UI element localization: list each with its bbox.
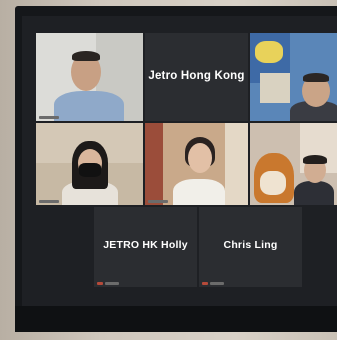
video-tile-participant-5[interactable] (145, 123, 248, 205)
mic-muted-icon (97, 282, 103, 285)
participant-name: JETRO HK Holly (103, 239, 188, 251)
video-tile-participant-4[interactable] (36, 123, 143, 205)
face-mask (79, 163, 101, 177)
video-tile-participant-2[interactable]: Jetro Hong Kong (145, 33, 248, 121)
person-silhouette-icon (54, 91, 124, 121)
monitor-bezel (15, 306, 337, 332)
video-tile-participant-8[interactable]: Chris Ling (199, 207, 302, 287)
person-silhouette-icon (173, 179, 225, 205)
person-silhouette-icon (294, 181, 334, 205)
mic-muted-icon (202, 282, 208, 285)
participant-name: Jetro Hong Kong (148, 70, 245, 82)
video-tile-participant-3[interactable] (250, 33, 337, 121)
video-tile-participant-7[interactable]: JETRO HK Holly (94, 207, 197, 287)
participant-name: Chris Ling (223, 239, 278, 251)
video-tile-participant-1[interactable] (36, 33, 143, 121)
video-tile-participant-6[interactable] (250, 123, 337, 205)
video-call-grid: Jetro Hong Kong JETRO HK Holly Chris Lin… (22, 16, 337, 306)
